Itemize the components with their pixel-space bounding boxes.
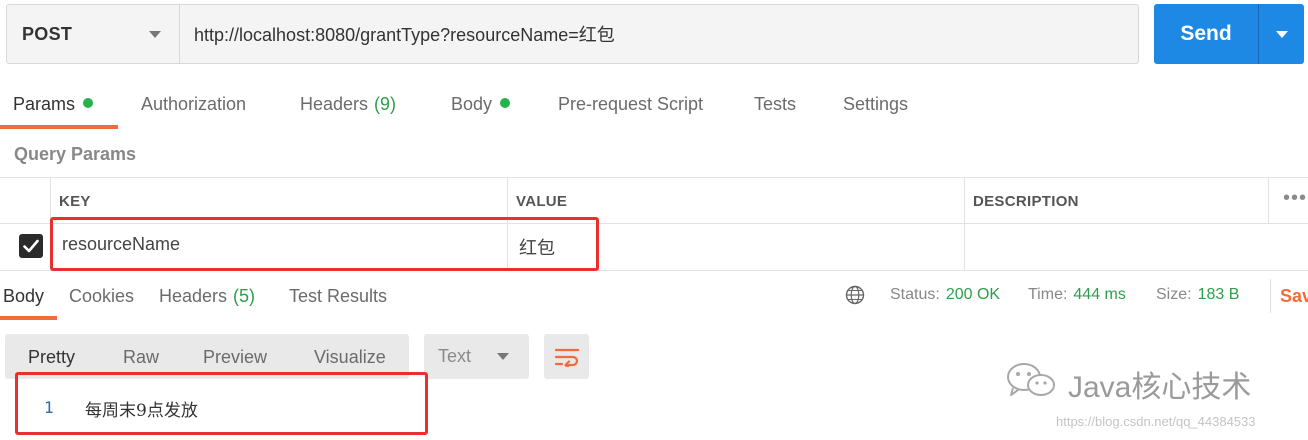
time-value: 444 ms	[1073, 286, 1126, 303]
chevron-down-icon	[497, 353, 509, 360]
query-params-title: Query Params	[14, 144, 137, 164]
view-preview[interactable]: Preview	[203, 347, 267, 368]
size-readout: Size: 183 B	[1156, 286, 1239, 304]
checkmark-icon	[23, 239, 39, 253]
method-label: POST	[22, 23, 73, 44]
time-readout: Time: 444 ms	[1028, 286, 1126, 304]
tab-label: Headers	[300, 94, 369, 114]
column-header-key: KEY	[59, 193, 91, 210]
watermark-title: Java核心技术	[1068, 371, 1252, 404]
status-value: 200 OK	[945, 286, 1001, 303]
send-button[interactable]: Send	[1154, 4, 1258, 64]
format-select[interactable]: Text	[424, 334, 529, 379]
tab-count: (9)	[374, 94, 397, 114]
tab-label: Test Results	[289, 286, 388, 306]
chevron-down-icon	[1275, 30, 1288, 38]
tab-label: Body	[451, 94, 493, 114]
save-response-button[interactable]: Sav	[1270, 279, 1308, 313]
watermark-url: https://blog.csdn.net/qq_44384533	[1056, 414, 1256, 429]
column-header-description: DESCRIPTION	[973, 193, 1079, 210]
send-button-group: Send	[1154, 4, 1304, 64]
tab-response-body[interactable]: Body	[3, 286, 44, 307]
size-value: 183 B	[1197, 286, 1240, 303]
tab-cookies[interactable]: Cookies	[69, 286, 134, 307]
tab-body[interactable]: Body	[451, 94, 511, 115]
table-border	[0, 177, 1308, 178]
tab-label: Params	[13, 94, 76, 114]
tab-test-results[interactable]: Test Results	[289, 286, 387, 307]
tab-label: Cookies	[69, 286, 135, 306]
tab-label: Tests	[754, 94, 797, 114]
highlight-box-params	[50, 217, 599, 271]
request-bar: POST	[6, 4, 1139, 64]
tab-params[interactable]: Params	[13, 94, 94, 115]
tab-tests[interactable]: Tests	[754, 94, 796, 115]
status-label: Status:	[890, 286, 940, 303]
tab-authorization[interactable]: Authorization	[141, 94, 246, 115]
column-divider	[1268, 177, 1269, 223]
view-visualize[interactable]: Visualize	[314, 347, 386, 368]
tab-pre-request-script[interactable]: Pre-request Script	[558, 94, 703, 115]
url-input[interactable]	[180, 5, 1138, 63]
tab-label: Body	[3, 286, 45, 306]
status-dot	[500, 98, 511, 108]
tab-label: Settings	[843, 94, 909, 114]
column-divider	[964, 177, 965, 270]
highlight-box-response	[15, 372, 428, 435]
tab-settings[interactable]: Settings	[843, 94, 908, 115]
wrap-lines-button[interactable]	[544, 334, 589, 379]
status-dot	[83, 98, 94, 108]
size-label: Size:	[1156, 286, 1192, 303]
chevron-down-icon	[149, 30, 161, 38]
globe-icon[interactable]	[845, 285, 865, 305]
tab-label: Headers	[159, 286, 228, 306]
view-pretty[interactable]: Pretty	[28, 347, 75, 368]
more-horizontal-icon[interactable]: •••	[1283, 187, 1307, 210]
active-tab-indicator	[0, 316, 57, 320]
tab-headers[interactable]: Headers (9)	[300, 94, 396, 115]
param-enabled-checkbox[interactable]	[19, 234, 43, 258]
wechat-logo	[1007, 363, 1055, 396]
send-options-button[interactable]	[1259, 4, 1304, 64]
tab-label: Pre-request Script	[558, 94, 704, 114]
tab-count: (5)	[233, 286, 256, 306]
wrap-lines-icon	[554, 348, 579, 367]
column-header-value: VALUE	[516, 193, 568, 210]
method-select[interactable]: POST	[7, 5, 180, 63]
view-raw[interactable]: Raw	[123, 347, 159, 368]
tab-label: Authorization	[141, 94, 247, 114]
active-tab-indicator	[0, 125, 118, 129]
format-label: Text	[438, 346, 472, 366]
status-readout: Status: 200 OK	[890, 286, 1000, 304]
time-label: Time:	[1028, 286, 1068, 303]
tab-response-headers[interactable]: Headers (5)	[159, 286, 255, 307]
request-tabs: Params Authorization Headers (9) Body Pre…	[0, 84, 1308, 130]
